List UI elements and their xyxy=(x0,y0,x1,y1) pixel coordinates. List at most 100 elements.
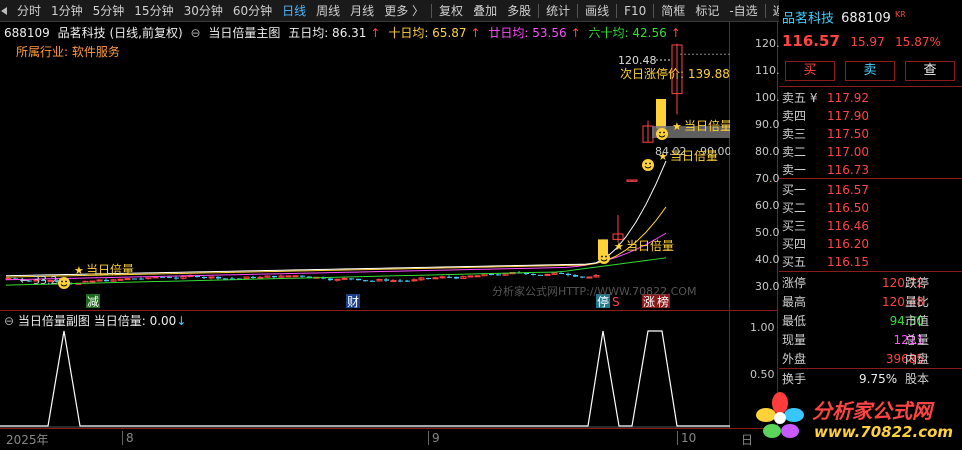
bid-row[interactable]: 买二 116.50 xyxy=(782,199,962,217)
candle-body xyxy=(300,275,305,277)
overlay-button[interactable]: 叠加 xyxy=(468,0,502,22)
stat-label: 外盘 xyxy=(782,352,807,366)
ask-row[interactable]: 卖五 ¥117.92 xyxy=(782,89,962,107)
stat-row: 外盘 39685 内盘 xyxy=(782,350,962,368)
equity-label: 股本 xyxy=(905,372,930,386)
candle-body xyxy=(573,275,578,277)
price-change-pct: 15.87% xyxy=(895,35,941,49)
candle-body xyxy=(139,278,144,280)
tab-more[interactable]: 更多 〉 xyxy=(379,0,429,22)
quote-stock-code: 688109 xyxy=(841,11,891,27)
divider xyxy=(779,368,962,369)
ask-price: 117.50 xyxy=(827,127,869,141)
mark-button[interactable]: 标记 xyxy=(690,0,724,22)
tab-1min[interactable]: 1分钟 xyxy=(46,0,88,22)
low-price-label: 33.2 xyxy=(33,274,58,287)
event-tag-cai: 财 xyxy=(347,295,359,309)
ask-price: 117.90 xyxy=(827,109,869,123)
query-button[interactable]: 查 xyxy=(905,61,955,81)
tab-60min[interactable]: 60分钟 xyxy=(228,0,277,22)
signal-label: 当日倍量 xyxy=(626,238,674,253)
bid-row[interactable]: 买三 116.46 xyxy=(782,217,962,235)
tab-monthly[interactable]: 月线 xyxy=(345,0,379,22)
simple-frame-button[interactable]: 简框 xyxy=(656,0,690,22)
toolbar-divider xyxy=(538,3,540,18)
stat-label-2: 市值 xyxy=(905,314,930,328)
bid-row[interactable]: 买四 116.20 xyxy=(782,235,962,253)
ask-row[interactable]: 卖一 116.73 xyxy=(782,161,962,179)
sell-button[interactable]: 卖 xyxy=(845,61,895,81)
quote-header: 品茗科技 688109 KR xyxy=(782,6,906,27)
tab-5min[interactable]: 5分钟 xyxy=(88,0,130,22)
tab-weekly[interactable]: 周线 xyxy=(311,0,345,22)
multi-stock-button[interactable]: 多股 xyxy=(502,0,536,22)
tab-more-label: 更多 xyxy=(384,3,409,18)
price-tick: 30.00 xyxy=(755,280,787,293)
draw-line-button[interactable]: 画线 xyxy=(580,0,614,22)
toolbar-divider xyxy=(764,3,766,18)
candle-body xyxy=(160,276,165,278)
high-price-label: 120.48 xyxy=(618,54,657,67)
price-tick: 80.00 xyxy=(755,145,787,158)
tab-15min[interactable]: 15分钟 xyxy=(129,0,178,22)
stock-code: 688109 xyxy=(4,26,50,40)
date-month-oct: 10 xyxy=(677,431,696,445)
candle-body xyxy=(439,276,446,279)
ask-row[interactable]: 卖三 117.50 xyxy=(782,125,962,143)
tab-timeshare[interactable]: 分时 xyxy=(12,0,46,22)
stat-label: 现量 xyxy=(782,333,807,347)
indicator-name[interactable]: 当日倍量主图 xyxy=(208,26,280,40)
smiley-eye xyxy=(605,255,607,258)
ask-row[interactable]: 卖二 117.00 xyxy=(782,143,962,161)
ma20-label: 廿日均: 53.56 xyxy=(488,26,567,40)
scroll-left-icon[interactable] xyxy=(0,0,12,22)
candle-body xyxy=(152,276,159,279)
sub-indicator-title[interactable]: 当日倍量副图 xyxy=(18,314,90,328)
candle-body xyxy=(292,275,299,278)
ma5-line xyxy=(5,160,667,277)
stats-button[interactable]: 统计 xyxy=(541,0,575,22)
ask-price: 117.00 xyxy=(827,145,869,159)
bid-row[interactable]: 买一 116.57 xyxy=(782,181,962,199)
watchlist-button[interactable]: -自选 xyxy=(724,0,762,22)
smiley-icon xyxy=(642,159,654,171)
tab-daily[interactable]: 日线 xyxy=(277,0,311,22)
candle-body xyxy=(174,277,179,279)
adjust-button[interactable]: 复权 xyxy=(434,0,468,22)
toolbar-divider xyxy=(653,3,655,18)
smiley-eye xyxy=(65,280,67,283)
ask-row[interactable]: 卖四 117.90 xyxy=(782,107,962,125)
turnover-row: 换手 9.75% 股本 xyxy=(782,370,962,388)
bid-price: 116.20 xyxy=(827,237,869,251)
turnover-value: 9.75% xyxy=(859,372,898,386)
candle-body xyxy=(489,274,494,276)
bid-price: 116.50 xyxy=(827,201,869,215)
signal-label: 当日倍量 xyxy=(684,118,730,133)
chevron-right-icon: 〉 xyxy=(412,3,425,18)
sub-tick-1: 1.00 xyxy=(750,321,775,334)
candle-body xyxy=(474,275,481,278)
collapse-icon[interactable]: ⊖ xyxy=(190,26,200,40)
bid-row[interactable]: 买五 116.15 xyxy=(782,253,962,271)
sub-indicator-chart[interactable]: ⊖ 当日倍量副图 当日倍量: 0.00↓ xyxy=(0,310,730,428)
ask-level-label: 卖三 xyxy=(782,127,807,141)
star-icon: ★ xyxy=(74,264,84,277)
f10-button[interactable]: F10 xyxy=(619,0,651,22)
industry-label: 所属行业: 软件服务 xyxy=(16,45,120,59)
bid-price: 116.15 xyxy=(827,255,869,269)
buy-button[interactable]: 买 xyxy=(785,61,835,81)
candle-body xyxy=(559,272,564,274)
event-tag-jian: 减 xyxy=(87,295,99,309)
collapse-icon[interactable]: ⊖ xyxy=(4,314,14,328)
price-tick: 60.00 xyxy=(755,199,787,212)
price-tick: 90.00 xyxy=(755,118,787,131)
stat-label-2: 总量 xyxy=(905,333,930,347)
bid-level-label: 买一 xyxy=(782,183,807,197)
kline-chart[interactable]: 120.48 次日涨停价: 139.88 84.02 90.00 ← 33.2 ★ 当日倍量 ★… xyxy=(0,22,730,310)
toolbar-divider xyxy=(616,3,618,18)
bid-level-label: 买五 xyxy=(782,255,807,269)
price-tick: 40.00 xyxy=(755,253,787,266)
tab-30min[interactable]: 30分钟 xyxy=(179,0,228,22)
ask-level-label: 卖五 xyxy=(782,91,807,105)
quote-price-row: 116.57 15.97 15.87% xyxy=(782,32,941,50)
